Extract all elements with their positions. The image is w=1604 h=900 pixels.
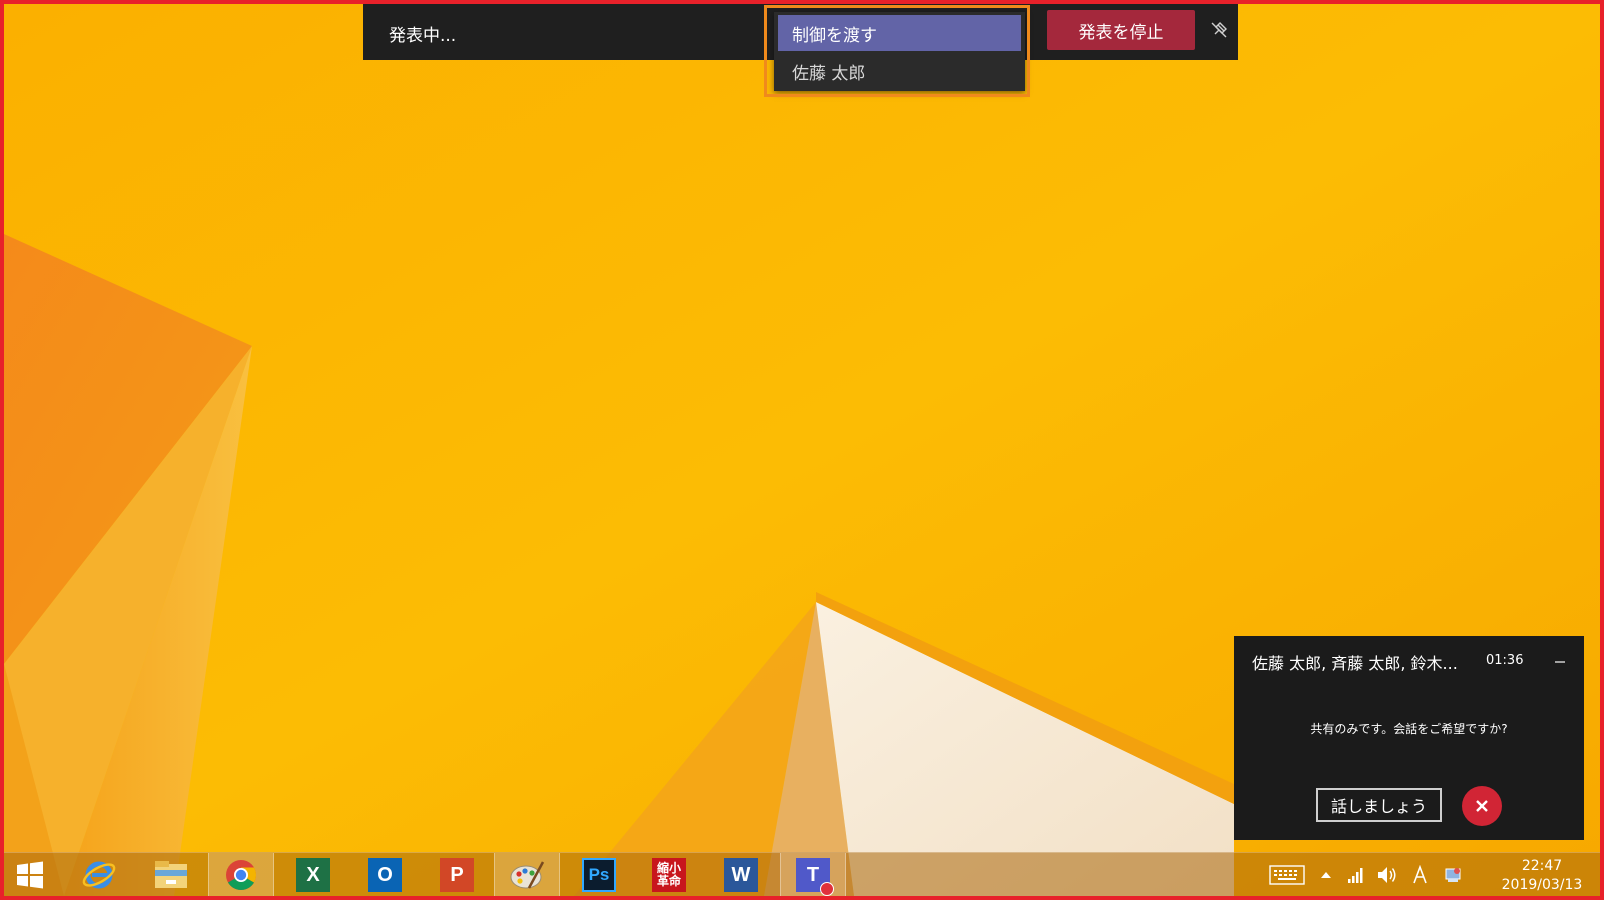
taskbar-excel[interactable]: X xyxy=(280,853,346,896)
call-notification-panel: 佐藤 太郎, 斉藤 太郎, 鈴木... 01:36 共有のみです。会話をご希望で… xyxy=(1234,636,1584,840)
ie-icon xyxy=(82,861,116,889)
network-tray-button[interactable] xyxy=(1344,853,1368,896)
folder-icon xyxy=(155,861,187,888)
show-hidden-icons-button[interactable] xyxy=(1316,853,1336,896)
taskbar-teams[interactable]: T xyxy=(780,853,846,896)
annotation-highlight-box xyxy=(764,5,1030,97)
input-method-tray-button[interactable] xyxy=(1408,853,1432,896)
call-participants-label: 佐藤 太郎, 斉藤 太郎, 鈴木... xyxy=(1252,654,1458,673)
taskbar-paint[interactable] xyxy=(494,853,560,896)
excel-icon-letter: X xyxy=(306,863,320,886)
outlook-icon-letter: O xyxy=(377,863,393,886)
taskbar-clock[interactable]: 22:47 2019/03/13 xyxy=(1492,857,1592,895)
desktop-screen: 発表中... 発表を停止 制御を渡す 佐藤 太郎 佐藤 太郎, 斉藤 太郎, 鈴… xyxy=(0,0,1604,900)
teams-busy-badge-icon xyxy=(820,882,834,896)
taskbar-internet-explorer[interactable] xyxy=(66,853,132,896)
teams-icon: T xyxy=(796,858,834,896)
taskbar-powerpoint[interactable]: P xyxy=(424,853,490,896)
powerpoint-icon-letter: P xyxy=(450,863,464,886)
windows-logo-icon xyxy=(17,861,43,889)
ime-icon xyxy=(1413,865,1427,884)
taskbar-chrome[interactable] xyxy=(208,853,274,896)
photoshop-icon-letter: Ps xyxy=(588,865,610,884)
stop-presenting-button[interactable]: 発表を停止 xyxy=(1047,10,1195,50)
call-notification-message: 共有のみです。会話をご希望ですか? xyxy=(1310,722,1508,736)
taskbar: X O P Ps 縮小革命 W T 22:47 2019/03/13 xyxy=(4,852,1600,896)
volume-tray-button[interactable] xyxy=(1374,853,1400,896)
taskbar-file-explorer[interactable] xyxy=(138,853,204,896)
touch-keyboard-button[interactable] xyxy=(1266,853,1308,896)
excel-icon: X xyxy=(296,858,330,892)
taskbar-photoshop[interactable]: Ps xyxy=(566,853,632,896)
taskbar-shrink-app[interactable]: 縮小革命 xyxy=(636,853,702,896)
powerpoint-icon: P xyxy=(440,858,474,892)
call-timer: 01:36 xyxy=(1486,653,1524,668)
word-icon: W xyxy=(724,858,758,892)
start-button[interactable] xyxy=(4,853,56,896)
unpin-icon[interactable] xyxy=(1209,20,1229,40)
clock-date: 2019/03/13 xyxy=(1501,877,1583,893)
decline-button[interactable] xyxy=(1462,786,1502,826)
outlook-icon: O xyxy=(368,858,402,892)
palette-icon xyxy=(510,861,545,889)
close-icon xyxy=(1476,800,1488,812)
action-center-tray-button[interactable] xyxy=(1440,853,1466,896)
flag-notification-icon xyxy=(1445,868,1461,882)
keyboard-icon xyxy=(1269,865,1305,885)
minimize-icon[interactable] xyxy=(1553,654,1567,668)
chevron-up-icon xyxy=(1321,872,1331,878)
taskbar-outlook[interactable]: O xyxy=(352,853,418,896)
signal-icon xyxy=(1348,868,1363,883)
taskbar-word[interactable]: W xyxy=(708,853,774,896)
lets-talk-button[interactable]: 話しましょう xyxy=(1316,788,1442,822)
photoshop-icon: Ps xyxy=(582,858,616,892)
shrink-app-icon-label: 縮小革命 xyxy=(656,861,681,888)
clock-time: 22:47 xyxy=(1521,858,1563,874)
speaker-icon xyxy=(1378,867,1396,883)
shrink-app-icon: 縮小革命 xyxy=(652,858,686,892)
word-icon-letter: W xyxy=(731,863,751,886)
chrome-icon xyxy=(226,860,257,891)
teams-icon-letter: T xyxy=(806,863,820,886)
presenting-status-label: 発表中... xyxy=(389,26,457,46)
